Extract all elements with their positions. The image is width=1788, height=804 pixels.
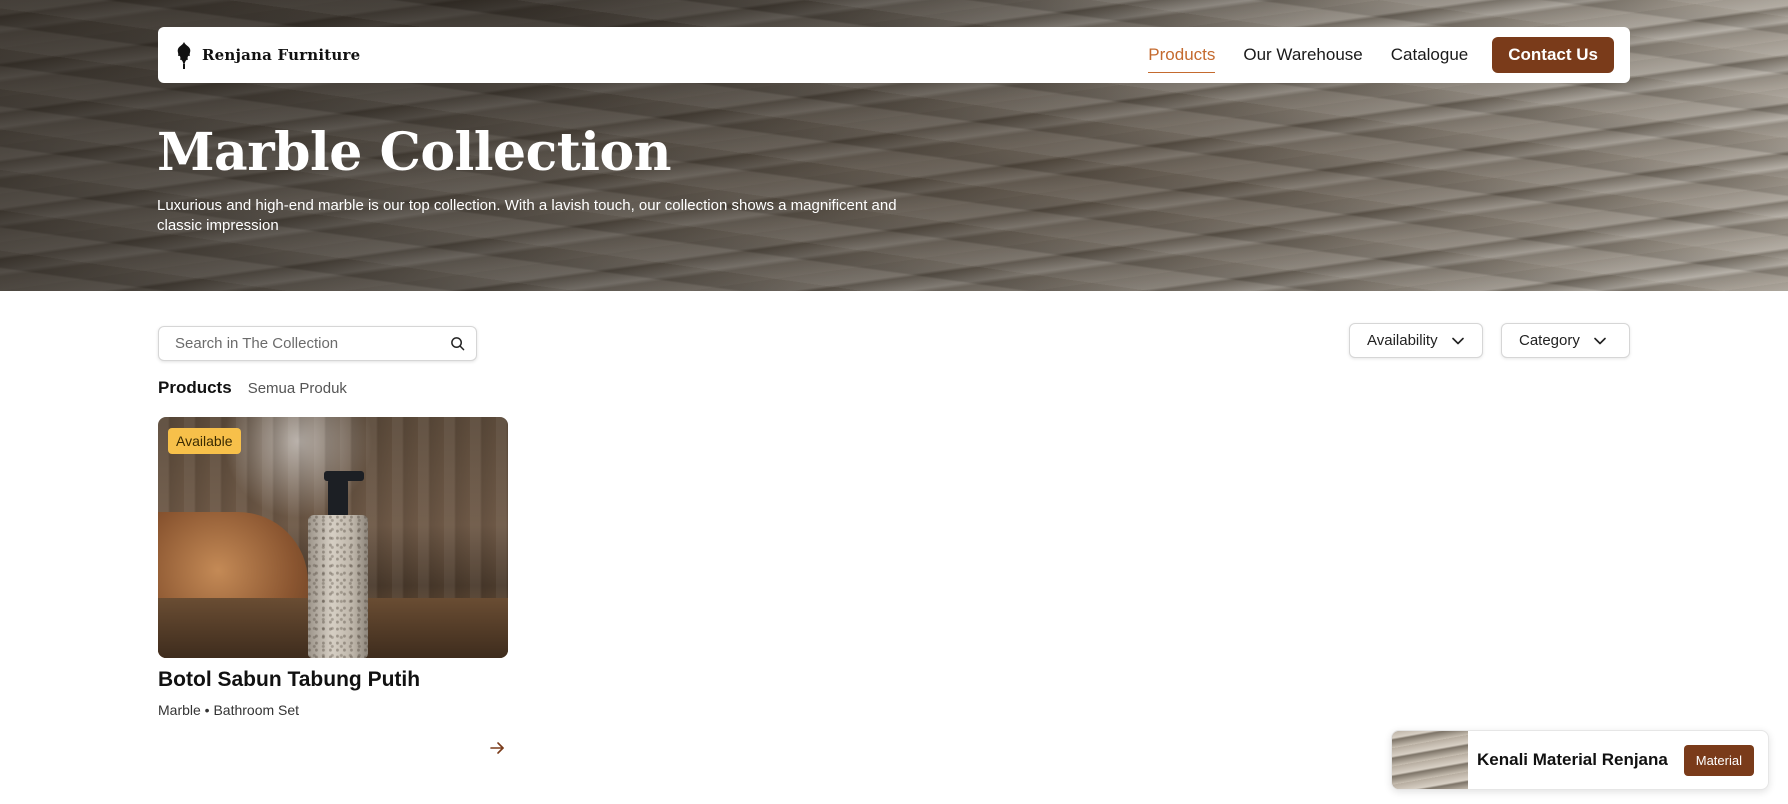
category-label: Category — [1519, 332, 1580, 349]
availability-label: Availability — [1367, 332, 1438, 349]
breadcrumb-all-products[interactable]: Semua Produk — [248, 380, 347, 397]
nav-item-our-warehouse[interactable]: Our Warehouse — [1243, 27, 1362, 83]
search-input[interactable] — [175, 335, 448, 352]
product-image[interactable]: Available — [158, 417, 508, 658]
arrow-right-icon[interactable] — [488, 739, 506, 757]
breadcrumb-products[interactable]: Products — [158, 378, 232, 398]
flower-crest-icon — [174, 40, 194, 70]
brand-name: Renjana Furniture — [202, 46, 361, 64]
material-thumbnail — [1392, 731, 1468, 789]
material-promo-bar[interactable]: Kenali Material Renjana Material — [1391, 730, 1769, 790]
contact-us-button[interactable]: Contact Us — [1492, 37, 1614, 73]
search-icon[interactable] — [448, 335, 466, 353]
category-dropdown[interactable]: Category — [1501, 323, 1630, 358]
chevron-down-icon — [1594, 335, 1606, 347]
availability-badge: Available — [168, 428, 241, 454]
nav-links: Products Our Warehouse Catalogue Contact… — [1120, 27, 1614, 83]
product-title[interactable]: Botol Sabun Tabung Putih — [158, 668, 508, 692]
top-navbar: Renjana Furniture Products Our Warehouse… — [158, 27, 1630, 83]
breadcrumb: Products Semua Produk — [158, 378, 347, 398]
page-subtitle: Luxurious and high-end marble is our top… — [157, 197, 897, 234]
product-card[interactable]: Available Botol Sabun Tabung Putih Marbl… — [158, 417, 508, 754]
material-button[interactable]: Material — [1683, 744, 1754, 776]
product-meta: Marble • Bathroom Set — [158, 702, 300, 718]
availability-dropdown[interactable]: Availability — [1349, 323, 1483, 358]
page-title: Marble Collection — [157, 122, 672, 183]
chevron-down-icon — [1451, 335, 1464, 347]
nav-item-products[interactable]: Products — [1148, 27, 1216, 83]
brand[interactable]: Renjana Furniture — [174, 40, 360, 70]
search-box — [158, 326, 477, 361]
nav-item-catalogue[interactable]: Catalogue — [1391, 27, 1469, 83]
material-promo-text: Kenali Material Renjana — [1477, 750, 1668, 769]
